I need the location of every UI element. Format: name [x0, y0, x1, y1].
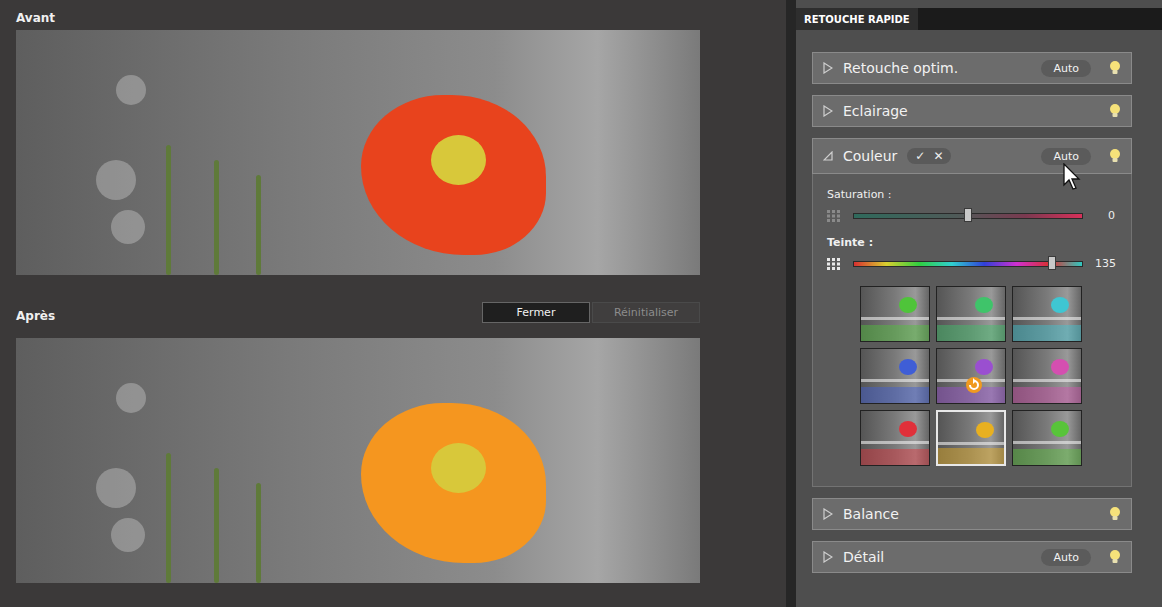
slider-track[interactable] [853, 261, 1083, 267]
preset-thumbnail[interactable] [860, 348, 930, 404]
slider-label: Saturation : [827, 188, 1115, 201]
before-photo [16, 30, 700, 275]
preset-thumbnail[interactable] [860, 286, 930, 342]
section-header[interactable]: Balance [812, 498, 1132, 530]
lightbulb-icon[interactable] [1109, 148, 1121, 164]
before-header: Avant [16, 0, 700, 28]
before-label: Avant [16, 10, 55, 28]
mouse-pointer-icon [1063, 163, 1083, 191]
section-label: Détail [843, 549, 884, 565]
preset-thumbnail[interactable] [936, 286, 1006, 342]
preset-thumbnail[interactable] [860, 410, 930, 466]
preset-thumbnail[interactable] [936, 348, 1006, 404]
panel-tab[interactable]: RETOUCHE RAPIDE [796, 8, 918, 30]
preview-buttons: FermerRéinitialiser [482, 302, 700, 323]
slider-row: 0 [827, 209, 1115, 222]
divider [786, 0, 796, 607]
preset-grid [827, 286, 1115, 466]
lightbulb-icon[interactable] [1109, 506, 1121, 522]
after-header: Après FermerRéinitialiser [16, 296, 700, 328]
section: Retouche optim. Auto [812, 52, 1132, 84]
preset-thumbnail[interactable] [936, 410, 1006, 466]
slider-thumb[interactable] [964, 208, 972, 222]
lightbulb-icon[interactable] [1109, 549, 1121, 565]
section: Eclairage [812, 95, 1132, 127]
section-list: Retouche optim. Auto Eclairage Couleur ✓✕ Au… [796, 30, 1162, 573]
slider-value: 135 [1095, 257, 1115, 270]
grid-icon[interactable] [827, 258, 841, 270]
commit-cancel-group: ✓✕ [907, 148, 951, 164]
expanded-triangle-icon[interactable] [823, 151, 833, 161]
auto-button[interactable]: Auto [1041, 60, 1091, 77]
preset-thumbnail[interactable] [1012, 286, 1082, 342]
flower [361, 95, 546, 255]
auto-button[interactable]: Auto [1041, 148, 1091, 165]
slider-thumb[interactable] [1048, 256, 1056, 270]
after-label: Après [16, 298, 55, 326]
section: Détail Auto [812, 541, 1132, 573]
section-header[interactable]: Eclairage [812, 95, 1132, 127]
color-controls: Saturation : 0 Teinte : 135 [812, 174, 1132, 487]
preview-button[interactable]: Fermer [482, 302, 590, 323]
section-header[interactable]: Retouche optim. Auto [812, 52, 1132, 84]
collapsed-triangle-icon[interactable] [823, 508, 833, 520]
section-header[interactable]: Détail Auto [812, 541, 1132, 573]
section-label: Couleur [843, 148, 897, 164]
preview-area: Avant Après FermerRéinitialiser [0, 0, 786, 607]
slider-value: 0 [1095, 209, 1115, 222]
slider-label: Teinte : [827, 236, 1115, 249]
collapsed-triangle-icon[interactable] [823, 62, 833, 74]
preview-button: Réinitialiser [592, 302, 700, 323]
section-header[interactable]: Couleur ✓✕ Auto [812, 138, 1132, 174]
panel-tabbar: RETOUCHE RAPIDE [796, 8, 1162, 30]
section-label: Retouche optim. [843, 60, 958, 76]
section: Couleur ✓✕ Auto Saturation : 0 Teinte : 135 [812, 138, 1132, 487]
lightbulb-icon[interactable] [1109, 103, 1121, 119]
section-label: Balance [843, 506, 899, 522]
rotate-icon[interactable] [964, 375, 984, 395]
flower [361, 403, 546, 563]
section: Balance [812, 498, 1132, 530]
lightbulb-icon[interactable] [1109, 60, 1121, 76]
auto-button[interactable]: Auto [1041, 549, 1091, 566]
commit-button[interactable]: ✓ [912, 149, 928, 163]
slider-group: Teinte : 135 [827, 236, 1115, 270]
slider-track[interactable] [853, 213, 1083, 219]
quick-fix-panel: RETOUCHE RAPIDE Retouche optim. Auto Eclai… [796, 0, 1162, 607]
grid-icon[interactable] [827, 210, 841, 222]
cancel-button[interactable]: ✕ [930, 149, 946, 163]
slider-row: 135 [827, 257, 1115, 270]
section-label: Eclairage [843, 103, 908, 119]
collapsed-triangle-icon[interactable] [823, 551, 833, 563]
slider-group: Saturation : 0 [827, 188, 1115, 222]
after-photo [16, 338, 700, 583]
preset-thumbnail[interactable] [1012, 410, 1082, 466]
quick-fix-window: Avant Après FermerRéinitialiser RETOUCHE RA… [0, 0, 1162, 607]
collapsed-triangle-icon[interactable] [823, 105, 833, 117]
preset-thumbnail[interactable] [1012, 348, 1082, 404]
